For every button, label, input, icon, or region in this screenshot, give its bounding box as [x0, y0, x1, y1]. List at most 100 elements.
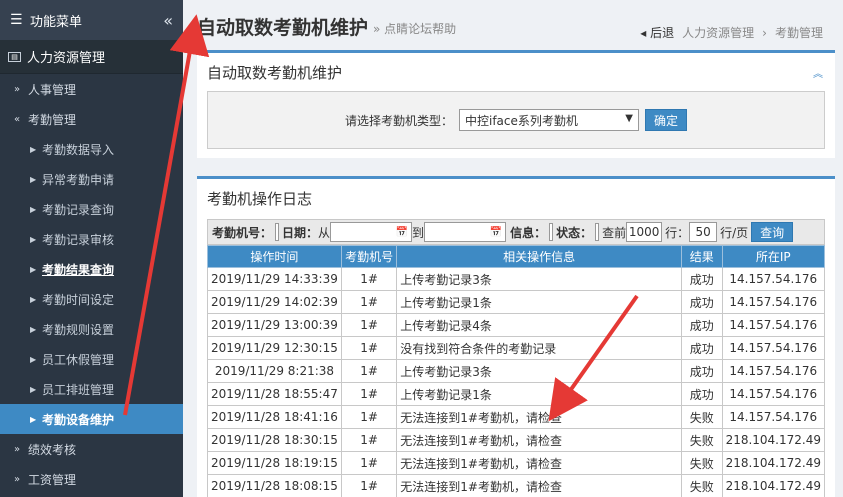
chevron-up-icon: «: [14, 113, 21, 125]
cell-ip: 218.104.172.49: [721, 474, 826, 497]
cell-device: 1#: [340, 290, 398, 314]
cell-time: 2019/11/28 18:08:15: [207, 474, 342, 497]
cell-info: 上传考勤记录1条: [396, 290, 682, 314]
sidebar-item-label: 考勤数据导入: [42, 142, 115, 157]
sidebar-group-label: 人事管理: [28, 82, 77, 97]
back-link[interactable]: ◂ 后退: [640, 24, 674, 41]
date-from-label: 从: [318, 225, 331, 240]
chevron-down-icon: »: [14, 443, 21, 455]
calendar-icon[interactable]: 📅: [396, 227, 408, 238]
date-from-input[interactable]: 📅: [330, 222, 413, 242]
query-button[interactable]: 查询: [751, 222, 794, 242]
cell-time: 2019/11/28 18:55:47: [207, 382, 342, 406]
date-label: 日期：: [282, 225, 319, 240]
cell-ip: 14.157.54.176: [721, 382, 826, 406]
column-header-ip[interactable]: 所在IP: [721, 245, 826, 268]
cell-info: 没有找到符合条件的考勤记录: [396, 336, 682, 360]
device-no-input[interactable]: [275, 223, 280, 241]
sidebar-item-shift[interactable]: ▶ 员工排班管理: [0, 374, 183, 404]
caret-right-icon: ▶: [30, 294, 37, 304]
menu-icon: ☰: [10, 12, 23, 28]
sidebar-item-data-import[interactable]: ▶ 考勤数据导入: [0, 134, 183, 164]
cell-time: 2019/11/29 14:02:39: [207, 290, 342, 314]
cell-device: 1#: [340, 428, 398, 452]
caret-right-icon: ▶: [30, 384, 37, 394]
device-no-label: 考勤机号：: [212, 225, 273, 240]
cell-ip: 14.157.54.176: [721, 267, 826, 291]
date-to-input[interactable]: 📅: [424, 222, 507, 242]
cell-ip: 14.157.54.176: [721, 313, 826, 337]
cell-result: 失败: [680, 451, 723, 475]
sidebar-section-label: 人力资源管理: [27, 51, 106, 66]
page-size-input[interactable]: 50: [689, 222, 718, 242]
operation-log-panel: 考勤机操作日志 考勤机号： 日期： 从 📅 到 📅 信息： 状态： 查前 100…: [197, 176, 835, 497]
cell-device: 1#: [340, 474, 398, 497]
sidebar-section-hr[interactable]: ▤ 人力资源管理: [0, 40, 183, 74]
table-row[interactable]: 2019/11/29 13:00:39 1# 上传考勤记录4条 成功 14.157.54…: [207, 313, 826, 337]
sidebar-item-leave[interactable]: ▶ 员工休假管理: [0, 344, 183, 374]
sidebar-item-record-query[interactable]: ▶ 考勤记录查询: [0, 194, 183, 224]
sidebar-group-salary[interactable]: » 工资管理: [0, 464, 183, 494]
operation-log-table: 操作时间 考勤机号 相关操作信息 结果 所在IP 2019/11/29 14:3…: [207, 245, 826, 497]
page-title: 自动取数考勤机维护: [197, 17, 369, 39]
sidebar-item-rule-setting[interactable]: ▶ 考勤规则设置: [0, 314, 183, 344]
cell-info: 上传考勤记录3条: [396, 267, 682, 291]
confirm-button[interactable]: 确定: [645, 109, 688, 131]
caret-right-icon: ▶: [30, 234, 37, 244]
table-row[interactable]: 2019/11/28 18:30:15 1# 无法连接到1#考勤机，请检查 失败 218…: [207, 428, 826, 452]
device-type-select[interactable]: 中控iface系列考勤机 ▼: [459, 109, 639, 131]
cell-time: 2019/11/29 8:21:38: [207, 359, 342, 383]
cell-device: 1#: [340, 313, 398, 337]
cell-ip: 218.104.172.49: [721, 428, 826, 452]
sidebar-group-performance[interactable]: » 绩效考核: [0, 434, 183, 464]
column-header-info[interactable]: 相关操作信息: [396, 245, 682, 268]
sidebar-item-label: 员工排班管理: [42, 382, 115, 397]
calendar-icon[interactable]: 📅: [490, 227, 502, 238]
sidebar-group-personnel[interactable]: » 人事管理: [0, 74, 183, 104]
table-row[interactable]: 2019/11/28 18:19:15 1# 无法连接到1#考勤机，请检查 失败 218…: [207, 451, 826, 475]
sidebar-item-time-setting[interactable]: ▶ 考勤时间设定: [0, 284, 183, 314]
breadcrumb-item-attendance[interactable]: 考勤管理: [775, 24, 823, 41]
cell-result: 成功: [680, 267, 723, 291]
column-header-time[interactable]: 操作时间: [207, 245, 342, 268]
help-link[interactable]: » 点睛论坛帮助: [373, 20, 456, 37]
device-type-label: 请选择考勤机类型：: [344, 113, 453, 128]
sidebar-item-result-query[interactable]: ▶ 考勤结果查询: [0, 254, 183, 284]
log-filter-bar: 考勤机号： 日期： 从 📅 到 📅 信息： 状态： 查前 1000 行： 50 …: [207, 219, 825, 245]
caret-right-icon: ▶: [30, 144, 37, 154]
sidebar-item-label: 考勤记录审核: [42, 232, 115, 247]
sidebar-item-label: 考勤规则设置: [42, 322, 115, 337]
query-count-input[interactable]: 1000: [626, 222, 663, 242]
table-row[interactable]: 2019/11/29 12:30:15 1# 没有找到符合条件的考勤记录 成功 14.1…: [207, 336, 826, 360]
column-header-device[interactable]: 考勤机号: [340, 245, 398, 268]
table-header-row: 操作时间 考勤机号 相关操作信息 结果 所在IP: [207, 245, 826, 268]
table-row[interactable]: 2019/11/28 18:55:47 1# 上传考勤记录1条 成功 14.157.54…: [207, 382, 826, 406]
sidebar-item-device-maintenance[interactable]: ▶ 考勤设备维护: [0, 404, 183, 434]
main-content: 自动取数考勤机维护 » 点睛论坛帮助 ◂ 后退 人力资源管理 › 考勤管理 自动…: [183, 0, 843, 497]
sidebar-item-exception-apply[interactable]: ▶ 异常考勤申请: [0, 164, 183, 194]
cell-info: 无法连接到1#考勤机，请检查: [396, 451, 682, 475]
sidebar-group-label: 考勤管理: [28, 112, 77, 127]
table-row[interactable]: 2019/11/28 18:08:15 1# 无法连接到1#考勤机，请检查 失败 218…: [207, 474, 826, 497]
breadcrumb-item-hr[interactable]: 人力资源管理: [682, 24, 754, 41]
cell-device: 1#: [340, 267, 398, 291]
collapse-panel-icon[interactable]: ︽: [813, 65, 823, 80]
chevron-down-icon: »: [14, 83, 21, 95]
cell-ip: 14.157.54.176: [721, 405, 826, 429]
sidebar-group-attendance[interactable]: « 考勤管理: [0, 104, 183, 134]
panel-title: 考勤机操作日志: [207, 189, 313, 208]
sidebar-item-label: 考勤时间设定: [42, 292, 115, 307]
breadcrumb: ◂ 后退 人力资源管理 › 考勤管理: [640, 24, 823, 41]
cell-result: 成功: [680, 382, 723, 406]
table-row[interactable]: 2019/11/29 14:33:39 1# 上传考勤记录3条 成功 14.157.54…: [207, 267, 826, 291]
status-select[interactable]: [595, 223, 600, 241]
table-row[interactable]: 2019/11/29 14:02:39 1# 上传考勤记录1条 成功 14.157.54…: [207, 290, 826, 314]
cell-time: 2019/11/28 18:41:16: [207, 405, 342, 429]
table-row[interactable]: 2019/11/28 18:41:16 1# 无法连接到1#考勤机，请检查 失败 14.…: [207, 405, 826, 429]
cell-device: 1#: [340, 405, 398, 429]
column-header-result[interactable]: 结果: [680, 245, 723, 268]
sidebar-item-record-review[interactable]: ▶ 考勤记录审核: [0, 224, 183, 254]
collapse-icon[interactable]: «: [163, 11, 173, 30]
info-input[interactable]: [549, 223, 554, 241]
table-row[interactable]: 2019/11/29 8:21:38 1# 上传考勤记录3条 成功 14.157.54.…: [207, 359, 826, 383]
